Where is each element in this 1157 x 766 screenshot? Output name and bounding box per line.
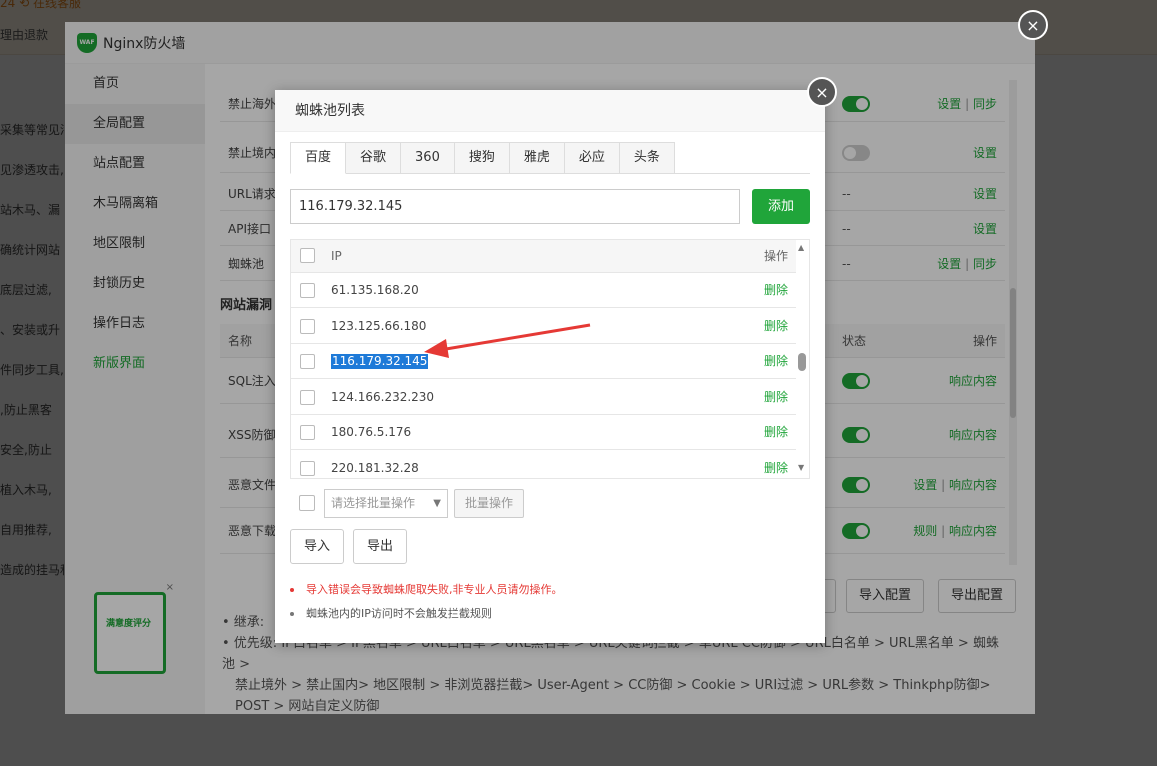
row-checkbox[interactable]	[300, 318, 315, 334]
ip-row: 180.76.5.176 删除	[291, 415, 796, 450]
tab-engine[interactable]: 360	[401, 142, 455, 174]
ip-table-scroll-thumb[interactable]	[798, 353, 806, 371]
warning-gray-text: 蜘蛛池内的IP访问时不会触发拦截规则	[306, 607, 492, 620]
scroll-up-icon[interactable]: ▲	[798, 243, 804, 252]
import-button[interactable]: 导入	[290, 529, 344, 564]
delete-link[interactable]: 删除	[764, 344, 788, 379]
ip-table-scrollbar[interactable]: ▲ ▼	[796, 240, 809, 478]
row-checkbox[interactable]	[300, 354, 315, 369]
tab-engine[interactable]: 必应	[564, 142, 620, 174]
ip-address: 124.166.232.230	[331, 389, 435, 404]
delete-link[interactable]: 删除	[764, 451, 788, 479]
delete-link[interactable]: 删除	[764, 415, 788, 450]
add-button[interactable]: 添加	[752, 189, 810, 224]
ip-row: 116.179.32.145 删除	[291, 344, 796, 379]
bullet-icon	[290, 612, 294, 616]
ip-address: 220.181.32.28	[331, 460, 419, 475]
ip-row: 61.135.168.20 删除	[291, 273, 796, 308]
ip-address: 116.179.32.145	[331, 354, 429, 369]
ip-table-head: IP 操作	[291, 240, 796, 273]
search-engine-tabs: 百度 谷歌 360 搜狗 雅虎 必应 头条	[290, 142, 810, 174]
scroll-down-icon[interactable]: ▼	[798, 463, 804, 472]
warning-gray: 蜘蛛池内的IP访问时不会触发拦截规则	[290, 607, 492, 621]
tab-engine[interactable]: 百度	[290, 142, 347, 174]
delete-link[interactable]: 删除	[764, 380, 788, 415]
dialog-close-icon[interactable]: ×	[807, 77, 837, 107]
row-checkbox[interactable]	[300, 283, 315, 298]
export-button[interactable]: 导出	[353, 529, 407, 564]
delete-link[interactable]: 删除	[764, 273, 788, 308]
tab-engine[interactable]: 搜狗	[454, 142, 510, 174]
delete-link[interactable]: 删除	[764, 309, 788, 344]
ip-row: 220.181.32.28 删除	[291, 451, 796, 479]
select-all-checkbox[interactable]	[300, 248, 315, 263]
ip-table: IP 操作 61.135.168.20 删除 123.125.66.180 删除 116…	[290, 239, 810, 479]
tab-engine[interactable]: 头条	[619, 142, 675, 174]
ip-input[interactable]: 116.179.32.145	[290, 189, 740, 224]
ip-address: 123.125.66.180	[331, 318, 427, 333]
ip-row: 124.166.232.230 删除	[291, 380, 796, 415]
row-checkbox[interactable]	[300, 389, 315, 405]
ip-address: 180.76.5.176	[331, 425, 412, 439]
ip-address: 61.135.168.20	[331, 283, 419, 297]
row-checkbox[interactable]	[300, 460, 315, 476]
batch-select[interactable]: 请选择批量操作 ▼	[324, 489, 448, 518]
bullet-icon	[290, 588, 294, 592]
chevron-down-icon: ▼	[433, 498, 441, 509]
batch-operate-button[interactable]: 批量操作	[454, 489, 524, 518]
warning-red: 导入错误会导致蜘蛛爬取失败,非专业人员请勿操作。	[290, 583, 563, 597]
batch-checkbox[interactable]	[299, 495, 315, 511]
ip-row: 123.125.66.180 删除	[291, 309, 796, 344]
tab-engine[interactable]: 谷歌	[346, 142, 402, 174]
dialog-title: 蜘蛛池列表	[275, 90, 825, 132]
warning-red-text: 导入错误会导致蜘蛛爬取失败,非专业人员请勿操作。	[306, 583, 563, 596]
tab-engine[interactable]: 雅虎	[509, 142, 565, 174]
ip-column-header: IP	[331, 249, 342, 263]
firewall-close-icon[interactable]: ×	[1018, 10, 1048, 40]
row-checkbox[interactable]	[300, 425, 315, 440]
batch-select-placeholder: 请选择批量操作	[331, 496, 416, 510]
op-column-header: 操作	[763, 249, 788, 263]
